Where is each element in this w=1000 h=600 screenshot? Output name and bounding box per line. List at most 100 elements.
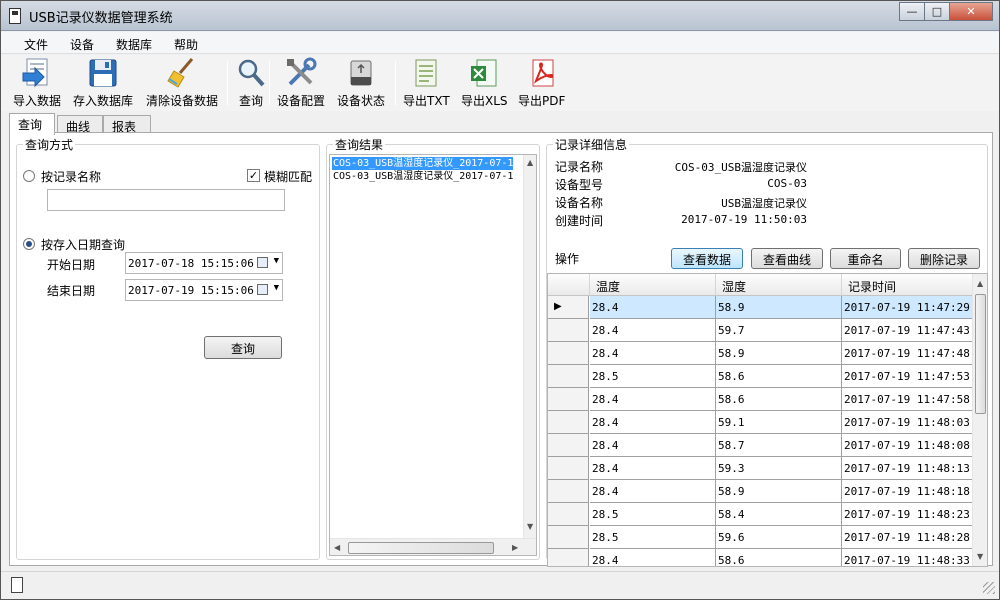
cell-humidity[interactable]: 59.7 bbox=[716, 319, 842, 342]
result-item[interactable]: COS-03_USB温湿度记录仪_2017-07-1 bbox=[332, 170, 513, 183]
column-header-temperature[interactable]: 温度 bbox=[590, 274, 716, 296]
view-curve-button[interactable]: 查看曲线 bbox=[751, 248, 823, 269]
cell-humidity[interactable]: 59.3 bbox=[716, 457, 842, 480]
row-header[interactable] bbox=[548, 549, 589, 566]
results-listbox[interactable]: COS-03_USB温湿度记录仪_2017-07-1 COS-03_USB温湿度… bbox=[329, 154, 537, 556]
title-bar[interactable]: USB记录仪数据管理系统 — □ ✕ bbox=[1, 1, 999, 31]
by-name-radio[interactable] bbox=[23, 170, 35, 182]
cell-time[interactable]: 2017-07-19 11:48:33 bbox=[842, 549, 973, 566]
row-header[interactable] bbox=[548, 480, 589, 503]
import-icon bbox=[21, 57, 53, 89]
tab-query[interactable]: 查询 bbox=[9, 113, 55, 135]
cell-temperature[interactable]: 28.5 bbox=[590, 526, 716, 549]
scroll-down-icon[interactable]: ▼ bbox=[527, 522, 533, 531]
menu-device[interactable]: 设备 bbox=[59, 32, 105, 53]
scroll-right-icon[interactable]: ▶ bbox=[512, 543, 518, 552]
minimize-button[interactable]: — bbox=[899, 2, 925, 21]
cell-humidity[interactable]: 59.1 bbox=[716, 411, 842, 434]
save-db-button[interactable]: 存入数据库 bbox=[73, 57, 133, 109]
menu-database[interactable]: 数据库 bbox=[105, 32, 163, 53]
import-data-button[interactable]: 导入数据 bbox=[13, 57, 61, 109]
cell-time[interactable]: 2017-07-19 11:47:53 bbox=[842, 365, 973, 388]
device-status-button[interactable]: 设备状态 bbox=[337, 57, 385, 109]
cell-temperature[interactable]: 28.4 bbox=[590, 296, 716, 319]
cell-temperature[interactable]: 28.4 bbox=[590, 319, 716, 342]
cell-time[interactable]: 2017-07-19 11:48:08 bbox=[842, 434, 973, 457]
cell-temperature[interactable]: 28.4 bbox=[590, 457, 716, 480]
export-txt-button[interactable]: 导出TXT bbox=[403, 57, 450, 109]
grid-vertical-scrollbar[interactable]: ▲ ▼ bbox=[972, 274, 987, 566]
query-tool-button[interactable]: 查询 bbox=[235, 57, 267, 109]
fuzzy-match-checkbox[interactable]: ✓ bbox=[247, 169, 260, 182]
cell-temperature[interactable]: 28.4 bbox=[590, 388, 716, 411]
cell-temperature[interactable]: 28.4 bbox=[590, 549, 716, 566]
row-header[interactable] bbox=[548, 526, 589, 549]
cell-temperature[interactable]: 28.4 bbox=[590, 480, 716, 503]
menu-file[interactable]: 文件 bbox=[13, 32, 59, 53]
cell-humidity[interactable]: 58.6 bbox=[716, 549, 842, 566]
row-header[interactable] bbox=[548, 388, 589, 411]
row-header[interactable] bbox=[548, 319, 589, 342]
row-header[interactable]: ▶ bbox=[548, 296, 589, 319]
cell-humidity[interactable]: 58.6 bbox=[716, 365, 842, 388]
row-header[interactable] bbox=[548, 365, 589, 388]
scroll-down-icon[interactable]: ▼ bbox=[977, 552, 983, 561]
clear-device-button[interactable]: 清除设备数据 bbox=[146, 57, 218, 109]
cell-humidity[interactable]: 58.4 bbox=[716, 503, 842, 526]
cell-humidity[interactable]: 58.9 bbox=[716, 296, 842, 319]
scroll-thumb[interactable] bbox=[975, 294, 986, 414]
cell-time[interactable]: 2017-07-19 11:48:23 bbox=[842, 503, 973, 526]
scroll-up-icon[interactable]: ▲ bbox=[977, 279, 983, 288]
cell-time[interactable]: 2017-07-19 11:48:28 bbox=[842, 526, 973, 549]
close-button[interactable]: ✕ bbox=[949, 2, 993, 21]
cell-time[interactable]: 2017-07-19 11:48:13 bbox=[842, 457, 973, 480]
start-date-picker[interactable]: 2017-07-18 15:15:06 ▼ bbox=[125, 252, 283, 274]
row-header[interactable] bbox=[548, 503, 589, 526]
cell-humidity[interactable]: 58.7 bbox=[716, 434, 842, 457]
cell-humidity[interactable]: 58.9 bbox=[716, 480, 842, 503]
maximize-button[interactable]: □ bbox=[924, 2, 950, 21]
cell-humidity[interactable]: 59.6 bbox=[716, 526, 842, 549]
cell-humidity[interactable]: 58.6 bbox=[716, 388, 842, 411]
row-header[interactable] bbox=[548, 411, 589, 434]
column-header-time[interactable]: 记录时间 bbox=[842, 274, 973, 296]
cell-temperature[interactable]: 28.5 bbox=[590, 503, 716, 526]
row-header[interactable] bbox=[548, 434, 589, 457]
minimize-icon: — bbox=[906, 5, 918, 18]
view-data-button[interactable]: 查看数据 bbox=[671, 248, 743, 269]
results-horizontal-scrollbar[interactable]: ◀ ▶ bbox=[330, 538, 536, 555]
toolbar-separator bbox=[395, 61, 396, 105]
cell-time[interactable]: 2017-07-19 11:47:58 bbox=[842, 388, 973, 411]
export-xls-button[interactable]: 导出XLS bbox=[461, 57, 508, 109]
scroll-thumb[interactable] bbox=[348, 542, 494, 554]
record-name-input[interactable] bbox=[47, 189, 285, 211]
cell-time[interactable]: 2017-07-19 11:47:29 bbox=[842, 296, 973, 319]
cell-time[interactable]: 2017-07-19 11:47:48 bbox=[842, 342, 973, 365]
export-pdf-button[interactable]: 导出PDF bbox=[518, 57, 565, 109]
delete-record-button[interactable]: 删除记录 bbox=[908, 248, 980, 269]
device-config-button[interactable]: 设备配置 bbox=[277, 57, 325, 109]
cell-temperature[interactable]: 28.5 bbox=[590, 365, 716, 388]
cell-time[interactable]: 2017-07-19 11:47:43 bbox=[842, 319, 973, 342]
cell-humidity[interactable]: 58.9 bbox=[716, 342, 842, 365]
cell-temperature[interactable]: 28.4 bbox=[590, 411, 716, 434]
end-date-picker[interactable]: 2017-07-19 15:15:06 ▼ bbox=[125, 279, 283, 301]
scroll-left-icon[interactable]: ◀ bbox=[334, 543, 340, 552]
cell-temperature[interactable]: 28.4 bbox=[590, 342, 716, 365]
data-grid[interactable]: 温度 湿度 记录时间 ▶ 28.4 58.9 2017-07-19 11:47:29 2… bbox=[547, 273, 988, 567]
cell-time[interactable]: 2017-07-19 11:48:03 bbox=[842, 411, 973, 434]
resize-grip-icon[interactable] bbox=[983, 582, 995, 594]
menu-help[interactable]: 帮助 bbox=[163, 32, 209, 53]
row-header[interactable] bbox=[548, 342, 589, 365]
scroll-up-icon[interactable]: ▲ bbox=[527, 158, 533, 167]
column-header-humidity[interactable]: 湿度 bbox=[716, 274, 842, 296]
cell-time[interactable]: 2017-07-19 11:48:18 bbox=[842, 480, 973, 503]
cell-temperature[interactable]: 28.4 bbox=[590, 434, 716, 457]
floppy-icon bbox=[87, 57, 119, 89]
result-item[interactable]: COS-03_USB温湿度记录仪_2017-07-1 bbox=[332, 157, 514, 170]
by-date-radio[interactable] bbox=[23, 238, 35, 250]
rename-button[interactable]: 重命名 bbox=[830, 248, 901, 269]
results-vertical-scrollbar[interactable]: ▲ ▼ bbox=[523, 155, 536, 538]
row-header[interactable] bbox=[548, 457, 589, 480]
query-button[interactable]: 查询 bbox=[204, 336, 282, 359]
